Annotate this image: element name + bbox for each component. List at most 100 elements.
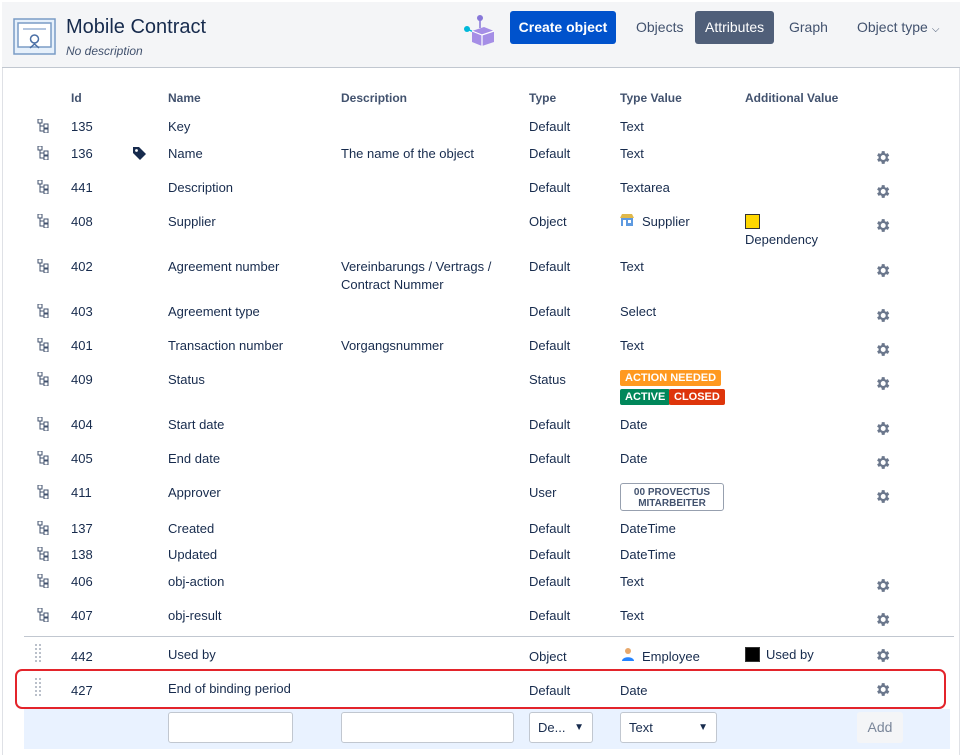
- attribute-type-value: Text: [620, 259, 644, 274]
- attribute-type: Object: [529, 649, 567, 664]
- attribute-id: 135: [71, 119, 93, 134]
- attribute-type-value: Text: [620, 574, 644, 589]
- new-attribute-description-input[interactable]: [341, 712, 514, 743]
- attribute-name: End of binding period: [168, 681, 291, 696]
- table-row[interactable]: 135 Key Default Text: [0, 119, 962, 149]
- gear-icon[interactable]: [874, 217, 891, 234]
- gear-icon[interactable]: [874, 681, 891, 698]
- table-row[interactable]: 405 End date Default Date: [0, 451, 962, 481]
- attribute-description: Vorgangsnummer: [341, 338, 444, 353]
- object-type-dropdown[interactable]: Object type ⌵: [847, 11, 949, 44]
- attribute-type-value: Text: [620, 119, 644, 134]
- table-row[interactable]: 138 Updated Default DateTime: [0, 547, 962, 577]
- attribute-type-value: Text: [620, 338, 644, 353]
- column-header-name: Name: [168, 91, 201, 105]
- attribute-type: Default: [529, 683, 571, 698]
- hierarchy-icon: [37, 485, 49, 499]
- hierarchy-icon: [37, 574, 49, 588]
- contract-object-icon: [13, 18, 56, 55]
- hierarchy-icon: [37, 180, 49, 194]
- attribute-type: Default: [529, 417, 571, 432]
- gear-icon[interactable]: [874, 183, 891, 200]
- user-group-line1: 00 PROVECTUS: [633, 487, 711, 498]
- table-row[interactable]: 406 obj-action Default Text: [0, 574, 962, 604]
- table-row[interactable]: 407 obj-result Default Text: [0, 608, 962, 638]
- table-row[interactable]: 427 End of binding period Default Date: [0, 678, 962, 711]
- create-object-button[interactable]: Create object: [510, 11, 616, 44]
- drag-handle-icon[interactable]: [34, 677, 42, 697]
- table-row[interactable]: 441 Description Default Textarea: [0, 180, 962, 210]
- attribute-name: Created: [168, 521, 215, 536]
- section-divider: [24, 636, 954, 637]
- type-value-select-value: Text: [629, 720, 653, 735]
- gear-icon[interactable]: [874, 420, 891, 437]
- attribute-id: 407: [71, 608, 93, 623]
- gear-icon[interactable]: [874, 488, 891, 505]
- user-group-chip: 00 PROVECTUS MITARBEITER: [620, 483, 724, 511]
- attribute-type: Default: [529, 451, 571, 466]
- gear-icon[interactable]: [874, 375, 891, 392]
- attribute-type-value: Text: [620, 146, 644, 161]
- gear-icon[interactable]: [874, 577, 891, 594]
- hierarchy-icon: [37, 338, 49, 352]
- attribute-name: obj-action: [168, 574, 225, 589]
- additional-value-label: Dependency: [745, 232, 818, 247]
- gear-icon[interactable]: [874, 149, 891, 166]
- attribute-type: Default: [529, 259, 571, 274]
- attribute-type-value: Select: [620, 304, 657, 319]
- user-group-line2: MITARBEITER: [638, 498, 706, 509]
- attribute-type-value: Date: [620, 683, 648, 698]
- gear-icon[interactable]: [874, 647, 891, 664]
- attribute-id: 409: [71, 372, 93, 387]
- table-row[interactable]: 402 Agreement number Vereinbarungs / Ver…: [0, 259, 962, 299]
- tab-graph[interactable]: Graph: [779, 11, 838, 44]
- table-row[interactable]: 401 Transaction number Vorgangsnummer De…: [0, 338, 962, 368]
- dependency-color-swatch: [745, 214, 760, 229]
- attribute-name: End date: [168, 451, 221, 466]
- hierarchy-icon: [37, 119, 49, 133]
- column-header-id: Id: [71, 91, 82, 105]
- attribute-id: 137: [71, 521, 93, 536]
- attribute-name: Used by: [168, 647, 216, 662]
- tab-objects[interactable]: Objects: [626, 11, 693, 44]
- gear-icon[interactable]: [874, 341, 891, 358]
- drag-handle-icon[interactable]: [34, 643, 42, 663]
- attribute-type-value: Text: [620, 608, 644, 623]
- add-attribute-button[interactable]: Add: [857, 712, 903, 743]
- gear-icon[interactable]: [874, 307, 891, 324]
- gear-icon[interactable]: [874, 262, 891, 279]
- attribute-type: Default: [529, 180, 571, 195]
- tab-attributes[interactable]: Attributes: [695, 11, 775, 44]
- column-header-description: Description: [341, 91, 408, 105]
- employee-person-icon: [622, 648, 634, 661]
- attribute-id: 136: [71, 146, 93, 161]
- attribute-type: Default: [529, 338, 571, 353]
- additional-value-label: Used by: [766, 647, 814, 662]
- column-header-type-value: Type Value: [620, 91, 682, 105]
- table-row[interactable]: 408 Supplier Object Supplier Dependency: [0, 214, 962, 254]
- object-type-label: Object type: [857, 19, 928, 35]
- hierarchy-icon: [37, 259, 49, 273]
- table-row[interactable]: 409 Status Status ACTION NEEDED ACTIVE C…: [0, 370, 962, 412]
- status-badge: ACTIVE: [620, 389, 671, 405]
- attribute-type-value: Employee: [642, 649, 700, 664]
- attribute-name: Start date: [168, 417, 225, 432]
- attribute-type: Default: [529, 574, 571, 589]
- chevron-down-icon: ▼: [698, 722, 708, 733]
- attribute-description: The name of the object: [341, 146, 474, 161]
- table-row[interactable]: 136 Name The name of the object Default …: [0, 146, 962, 176]
- table-row[interactable]: 404 Start date Default Date: [0, 417, 962, 447]
- new-attribute-type-select[interactable]: De... ▼: [529, 712, 593, 743]
- hierarchy-icon: [37, 304, 49, 318]
- new-attribute-name-input[interactable]: [168, 712, 293, 743]
- attribute-id: 138: [71, 547, 93, 562]
- gear-icon[interactable]: [874, 611, 891, 628]
- attribute-name: Agreement type: [168, 304, 260, 319]
- gear-icon[interactable]: [874, 454, 891, 471]
- table-row[interactable]: 411 Approver User 00 PROVECTUS MITARBEIT…: [0, 483, 962, 521]
- hierarchy-icon: [37, 146, 49, 160]
- table-row[interactable]: 403 Agreement type Default Select: [0, 304, 962, 334]
- chevron-down-icon: ⌵: [931, 24, 940, 35]
- object-schema-graph-icon[interactable]: [462, 14, 496, 48]
- new-attribute-type-value-select[interactable]: Text ▼: [620, 712, 717, 743]
